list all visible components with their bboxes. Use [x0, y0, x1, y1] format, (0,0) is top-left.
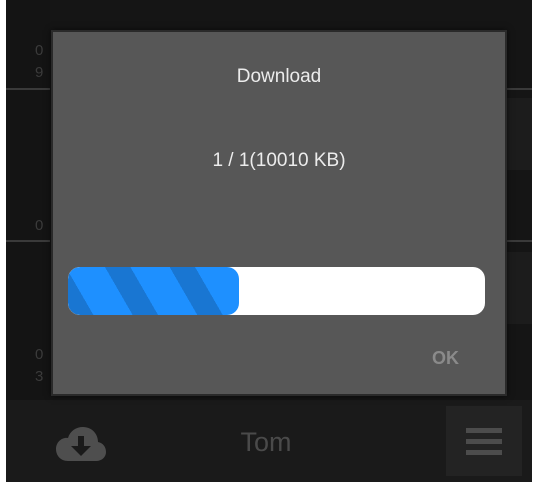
username-label: Tom	[240, 427, 292, 457]
download-status-text: 1 / 1(10010 KB)	[212, 150, 346, 171]
menu-button[interactable]	[446, 406, 522, 476]
background-number: 0	[35, 346, 44, 363]
background-number: 3	[35, 368, 44, 385]
download-progress-bar	[68, 267, 485, 315]
background-left-column	[6, 0, 50, 400]
background-number: 0	[35, 217, 44, 234]
menu-icon-bar	[466, 450, 502, 455]
background-number: 9	[35, 64, 44, 81]
menu-icon-bar	[466, 439, 502, 444]
download-dialog: Download 1 / 1(10010 KB) OK	[51, 30, 507, 396]
background-divider	[6, 88, 50, 90]
ok-button[interactable]: OK	[432, 348, 459, 369]
background-divider	[6, 240, 50, 242]
dialog-title: Download	[236, 66, 322, 87]
download-progress-fill	[68, 267, 239, 315]
background-number: 0	[35, 42, 44, 59]
app-screen: 0 9 0 0 3 Tom Download 1 / 1(10010 KB) O…	[6, 0, 532, 482]
menu-icon-bar	[466, 428, 502, 433]
cloud-download-icon[interactable]	[55, 425, 107, 463]
